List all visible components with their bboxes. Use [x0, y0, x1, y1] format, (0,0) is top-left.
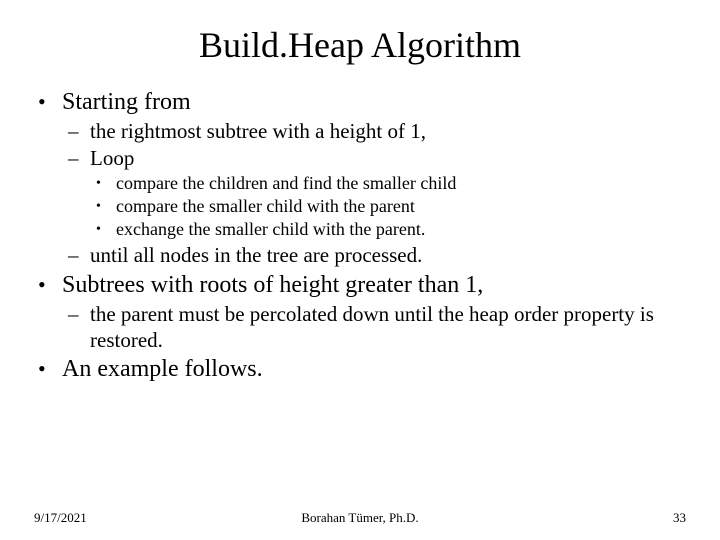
- footer-page: 33: [673, 510, 686, 526]
- bullet-list: the parent must be percolated down until…: [62, 302, 686, 353]
- bullet-text: until all nodes in the tree are processe…: [90, 243, 422, 267]
- bullet-text: the rightmost subtree with a height of 1…: [90, 119, 426, 143]
- bullet-text: An example follows.: [62, 356, 263, 382]
- slide-body: Starting from the rightmost subtree with…: [34, 88, 686, 385]
- bullet-list: Starting from the rightmost subtree with…: [34, 88, 686, 385]
- bullet-text: compare the smaller child with the paren…: [116, 196, 415, 216]
- footer-date: 9/17/2021: [34, 510, 87, 526]
- bullet-item: compare the smaller child with the paren…: [90, 196, 686, 218]
- bullet-text: Subtrees with roots of height greater th…: [62, 272, 483, 298]
- bullet-list: the rightmost subtree with a height of 1…: [62, 119, 686, 269]
- bullet-text: compare the children and find the smalle…: [116, 173, 456, 193]
- footer-author: Borahan Tümer, Ph.D.: [34, 510, 686, 526]
- bullet-item: compare the children and find the smalle…: [90, 173, 686, 195]
- bullet-item: Loop compare the children and find the s…: [62, 146, 686, 241]
- bullet-text: exchange the smaller child with the pare…: [116, 219, 425, 239]
- slide-footer: 9/17/2021 Borahan Tümer, Ph.D. 33: [34, 510, 686, 526]
- slide: Build.Heap Algorithm Starting from the r…: [0, 0, 720, 540]
- bullet-item: Subtrees with roots of height greater th…: [34, 271, 686, 353]
- slide-title: Build.Heap Algorithm: [34, 24, 686, 66]
- bullet-item: the rightmost subtree with a height of 1…: [62, 119, 686, 145]
- bullet-item: exchange the smaller child with the pare…: [90, 219, 686, 241]
- bullet-text: Loop: [90, 146, 134, 170]
- bullet-item: the parent must be percolated down until…: [62, 302, 686, 353]
- bullet-item: Starting from the rightmost subtree with…: [34, 88, 686, 269]
- bullet-item: An example follows.: [34, 355, 686, 384]
- bullet-text: Starting from: [62, 89, 191, 115]
- bullet-text: the parent must be percolated down until…: [90, 302, 654, 352]
- bullet-item: until all nodes in the tree are processe…: [62, 243, 686, 269]
- bullet-list: compare the children and find the smalle…: [90, 173, 686, 241]
